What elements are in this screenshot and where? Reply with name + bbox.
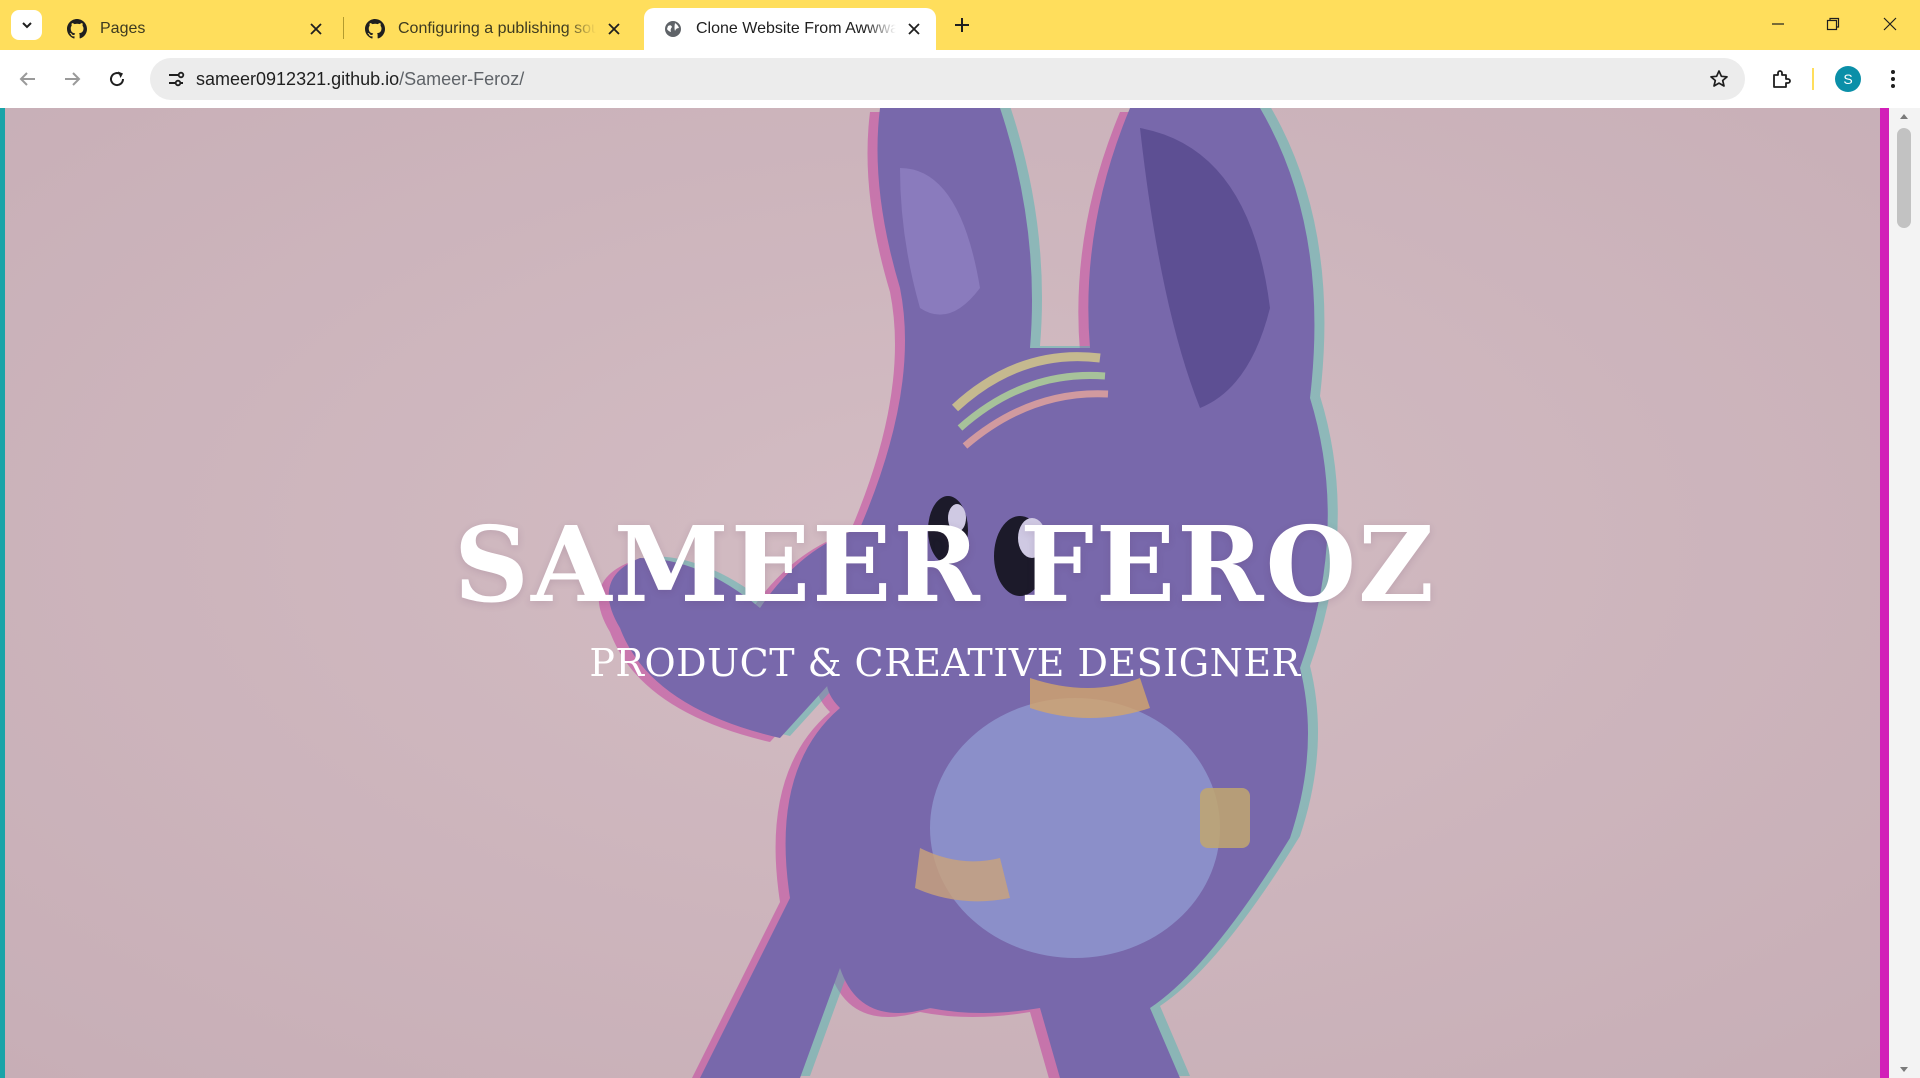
minimize-icon <box>1772 23 1784 25</box>
tab-title: Pages <box>100 20 146 37</box>
plus-icon <box>955 18 969 32</box>
tab-title: Clone Website From Awwwards <box>696 20 896 37</box>
reload-icon <box>110 71 125 87</box>
bookmark-star-icon[interactable] <box>1705 65 1733 93</box>
arrow-left-icon <box>19 72 35 86</box>
hero-subtitle: PRODUCT & CREATIVE DESIGNER <box>589 641 1301 685</box>
extensions-button[interactable] <box>1765 62 1799 96</box>
url-host: sameer0912321.github.io <box>196 69 400 89</box>
page-scrollbar[interactable] <box>1889 108 1920 1078</box>
arrow-right-icon <box>65 72 81 86</box>
reload-button[interactable] <box>100 62 134 96</box>
scrollbar-thumb[interactable] <box>1897 128 1911 228</box>
globe-icon <box>662 18 684 40</box>
page-viewport: SAMEER FEROZ PRODUCT & CREATIVE DESIGNER <box>0 108 1920 1078</box>
tab-strip: Pages Configuring a publishing source fo… <box>0 0 1920 50</box>
address-bar[interactable]: sameer0912321.github.io/Sameer-Feroz/ <box>150 58 1745 100</box>
more-vert-icon <box>1891 70 1895 88</box>
close-window-button[interactable] <box>1868 6 1912 42</box>
github-icon <box>66 18 88 40</box>
close-icon <box>1883 17 1897 31</box>
restore-icon <box>1826 17 1840 31</box>
new-tab-button[interactable] <box>948 10 976 40</box>
github-icon <box>364 18 386 40</box>
close-icon[interactable] <box>306 19 326 39</box>
toolbar-separator <box>1812 68 1814 90</box>
close-icon[interactable] <box>604 19 624 39</box>
restore-button[interactable] <box>1811 6 1855 42</box>
scroll-up-arrow-icon[interactable] <box>1899 112 1909 120</box>
tab-pages[interactable]: Pages <box>48 8 338 50</box>
tab-configuring-publishing-source[interactable]: Configuring a publishing source for your… <box>346 8 636 50</box>
url-path: /Sameer-Feroz/ <box>399 69 525 89</box>
tab-separator <box>343 17 344 39</box>
browser-menu-button[interactable] <box>1878 62 1908 96</box>
tab-search-button[interactable] <box>11 10 42 40</box>
back-button[interactable] <box>11 62 45 96</box>
browser-toolbar: sameer0912321.github.io/Sameer-Feroz/ S <box>0 50 1920 109</box>
tab-title: Configuring a publishing source for your… <box>398 20 596 37</box>
minimize-button[interactable] <box>1756 6 1800 42</box>
url-text[interactable]: sameer0912321.github.io/Sameer-Feroz/ <box>196 69 524 90</box>
tab-clone-website[interactable]: Clone Website From Awwwards <box>644 8 936 50</box>
puzzle-icon <box>1773 70 1791 88</box>
close-icon[interactable] <box>904 19 924 39</box>
forward-button[interactable] <box>55 62 89 96</box>
hero-title: SAMEER FEROZ <box>453 503 1437 626</box>
site-info-icon[interactable] <box>160 63 192 95</box>
chevron-down-icon <box>21 22 32 29</box>
profile-avatar[interactable]: S <box>1835 66 1861 92</box>
scroll-down-arrow-icon[interactable] <box>1899 1066 1909 1074</box>
